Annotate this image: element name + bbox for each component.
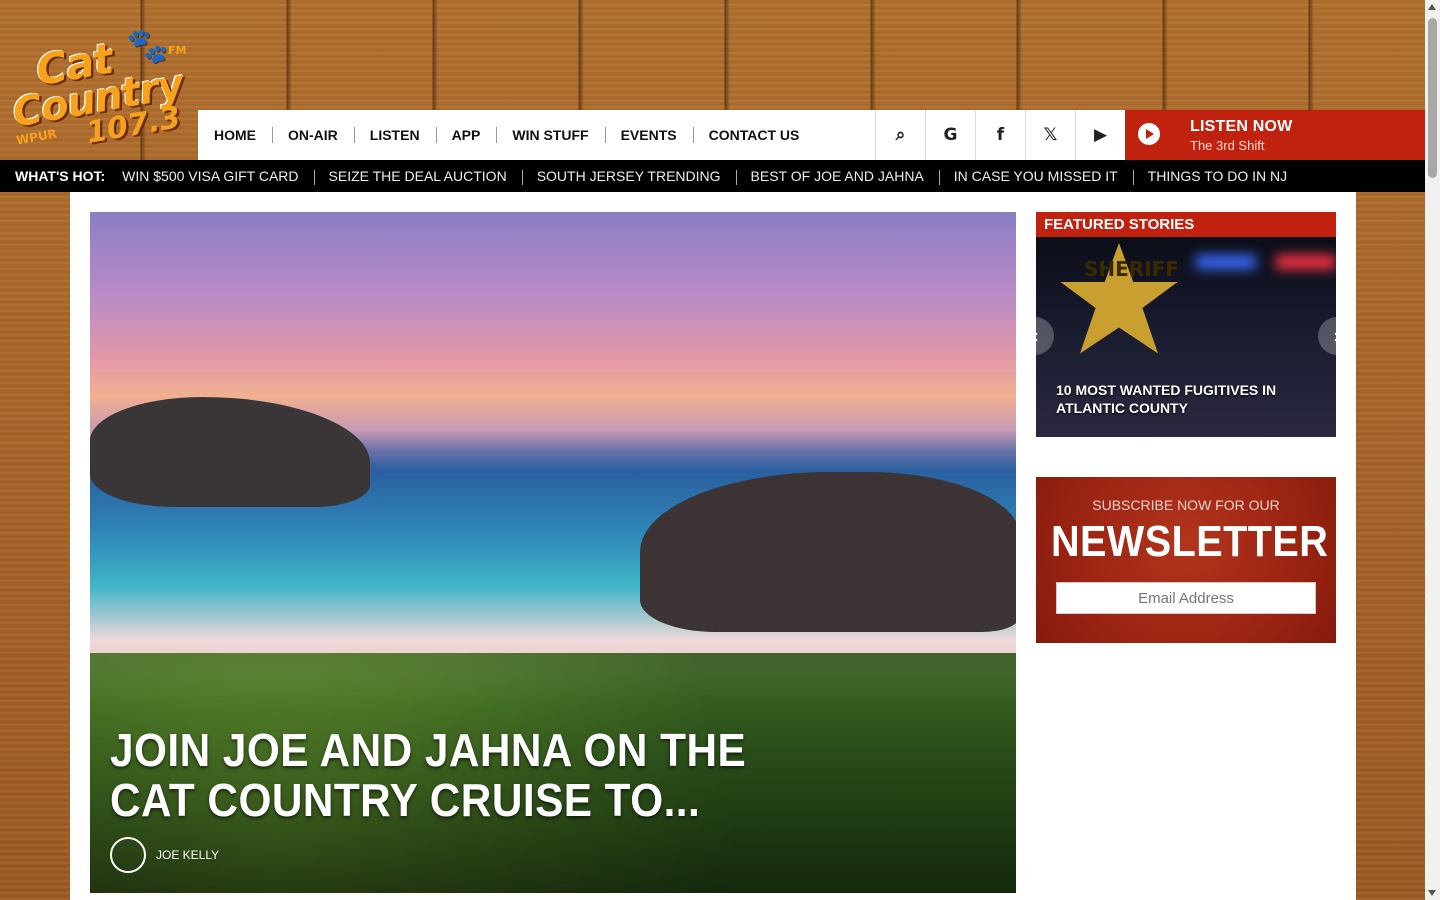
featured-story-title[interactable]: 10 MOST WANTED FUGITIVES IN ATLANTIC COU… [1056,381,1316,417]
chevron-right-icon[interactable]: › [1318,317,1336,355]
hot-link-best-of[interactable]: BEST OF JOE AND JAHNA [735,168,939,185]
nav-icons: ⌕ G f 𝕏 ▶ [875,110,1125,160]
hero-article[interactable]: JOIN JOE AND JAHNA ON THE CAT COUNTRY CR… [90,212,1016,893]
nav-item-win-stuff[interactable]: WIN STUFF [496,110,604,160]
google-icon[interactable]: G [925,110,975,160]
listen-now-button[interactable]: LISTEN NOW The 3rd Shift [1125,110,1425,160]
hot-link-gift-card[interactable]: WIN $500 VISA GIFT CARD [107,168,313,184]
hero-image-rock [90,397,370,507]
nav-links: HOME ON-AIR LISTEN APP WIN STUFF EVENTS … [198,110,815,160]
station-logo[interactable]: 🐾 Cat FM Country 107.3 WPUR [6,22,196,152]
author-name[interactable]: JOE KELLY [156,848,219,862]
hot-link-things-to-do[interactable]: THINGS TO DO IN NJ [1132,168,1303,185]
featured-header: FEATURED STORIES [1036,212,1336,237]
hot-link-trending[interactable]: SOUTH JERSEY TRENDING [521,168,736,185]
facebook-icon[interactable]: f [975,110,1025,160]
featured-stories: FEATURED STORIES SHERIFF 10 MOST WANTED … [1036,212,1336,437]
search-icon[interactable]: ⌕ [875,110,925,160]
nav-item-app[interactable]: APP [435,110,497,160]
youtube-icon[interactable]: ▶ [1075,110,1125,160]
badge-text: SHERIFF [1084,257,1179,281]
police-lights [1196,255,1256,269]
newsletter-subtitle: SUBSCRIBE NOW FOR OUR [1092,497,1280,513]
nav-item-events[interactable]: EVENTS [604,110,693,160]
email-field[interactable] [1056,582,1316,614]
paw-icon: 🐾 [126,27,169,65]
hero-author[interactable]: JOE KELLY [110,837,219,873]
listen-now-title: LISTEN NOW [1190,118,1293,135]
chevron-left-icon[interactable]: ‹ [1036,317,1054,355]
logo-band: FM [168,44,187,57]
scroll-up-icon[interactable] [1428,4,1436,10]
hot-link-missed-it[interactable]: IN CASE YOU MISSED IT [938,168,1133,185]
newsletter-title: NEWSLETTER [1051,517,1329,566]
scrollbar-thumb[interactable] [1428,18,1437,178]
nav-item-listen[interactable]: LISTEN [353,110,436,160]
hero-image-rock [640,472,1016,632]
whats-hot-bar: WHAT'S HOT: WIN $500 VISA GIFT CARD SEIZ… [0,160,1425,192]
content-panel: JOIN JOE AND JAHNA ON THE CAT COUNTRY CR… [70,192,1356,900]
x-icon[interactable]: 𝕏 [1025,110,1075,160]
nav-item-contact-us[interactable]: CONTACT US [692,110,816,160]
hero-title[interactable]: JOIN JOE AND JAHNA ON THE CAT COUNTRY CR… [110,725,809,825]
featured-story-card[interactable]: SHERIFF 10 MOST WANTED FUGITIVES IN ATLA… [1036,237,1336,437]
scroll-down-icon[interactable] [1428,890,1436,896]
hot-link-auction[interactable]: SEIZE THE DEAL AUCTION [313,168,522,185]
now-playing-show: The 3rd Shift [1190,138,1265,153]
nav-item-on-air[interactable]: ON-AIR [272,110,354,160]
avatar [110,837,146,873]
newsletter-signup: SUBSCRIBE NOW FOR OUR NEWSLETTER [1036,477,1336,643]
scrollbar[interactable] [1425,0,1440,900]
police-lights [1276,255,1336,269]
play-icon[interactable] [1138,123,1160,145]
nav-item-home[interactable]: HOME [198,110,272,160]
whats-hot-label: WHAT'S HOT: [15,168,106,184]
main-nav: HOME ON-AIR LISTEN APP WIN STUFF EVENTS … [198,110,1425,160]
